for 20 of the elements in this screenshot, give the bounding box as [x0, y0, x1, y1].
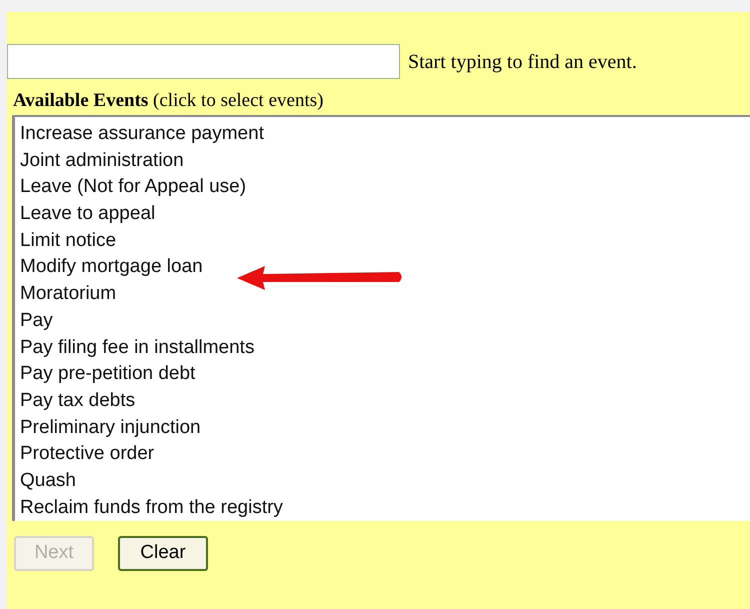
event-option[interactable]: Preliminary injunction [19, 414, 202, 442]
event-option[interactable]: Pay pre-petition debt [19, 361, 196, 388]
clear-button[interactable]: Clear [118, 536, 208, 571]
event-option[interactable]: Quash [19, 468, 77, 495]
section-heading: Available Events (click to select events) [13, 88, 324, 113]
event-option[interactable]: Pay [19, 308, 54, 334]
event-option[interactable]: Reclaim funds from the registry [19, 494, 284, 521]
event-option[interactable]: Pay filing fee in installments [19, 334, 256, 362]
event-option[interactable]: Pay tax debts [19, 388, 136, 415]
event-option[interactable]: Protective order [19, 441, 156, 468]
search-hint: Start typing to find an event. [408, 50, 637, 74]
event-option[interactable]: Joint administration [19, 148, 185, 174]
event-option[interactable]: Leave (Not for Appeal use) [19, 174, 248, 202]
event-option[interactable]: Limit notice [19, 228, 118, 254]
event-option[interactable]: Modify mortgage loan [19, 254, 204, 282]
event-option[interactable]: Increase assurance payment [19, 121, 265, 148]
search-field[interactable] [7, 44, 400, 79]
event-option[interactable]: Leave to appeal [19, 201, 156, 228]
event-list[interactable] [12, 115, 750, 521]
event-option[interactable]: Moratorium [19, 281, 118, 308]
